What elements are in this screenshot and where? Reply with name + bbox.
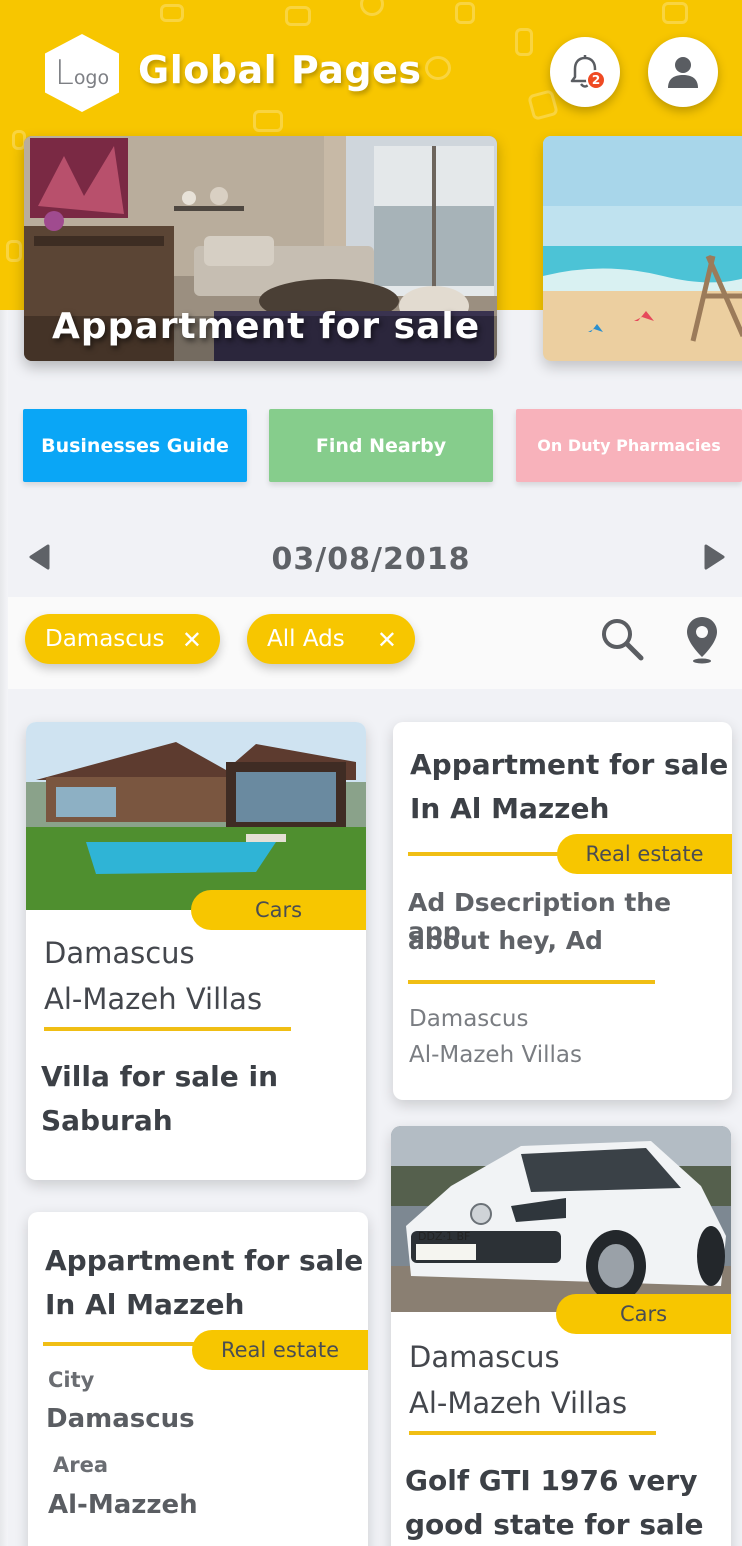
area-label: Area xyxy=(53,1453,109,1477)
app-title: Global Pages xyxy=(138,48,422,92)
doodle-icon xyxy=(253,110,283,132)
filter-chip-label: All Ads xyxy=(267,626,345,652)
ad-title-line: In Al Mazzeh xyxy=(410,792,610,825)
ad-title-line: Appartment for sale xyxy=(45,1244,364,1277)
filter-chip-category[interactable]: All Ads ✕ xyxy=(247,614,415,664)
area-value: Al-Mazzeh xyxy=(48,1490,198,1520)
divider xyxy=(408,980,655,984)
next-date-arrow-icon[interactable] xyxy=(704,544,726,570)
beach-image xyxy=(543,136,742,361)
city-label: City xyxy=(48,1368,95,1392)
divider xyxy=(408,852,568,856)
logo-text: ogo xyxy=(73,67,110,89)
doodle-icon xyxy=(285,6,311,26)
filter-chip-label: Damascus xyxy=(45,626,165,652)
villa-image xyxy=(26,722,366,910)
ad-title-line: Appartment for sale xyxy=(410,748,729,781)
ad-area: Al-Mazeh Villas xyxy=(409,1386,628,1420)
ad-description-line: about hey, Ad xyxy=(408,926,603,955)
car-image xyxy=(391,1126,731,1312)
remove-filter-icon[interactable]: ✕ xyxy=(182,626,202,654)
category-tag: Cars xyxy=(556,1294,731,1334)
category-tag: Real estate xyxy=(192,1330,368,1370)
ad-title-line: good state for sale xyxy=(405,1508,704,1541)
ad-card-apartment-description[interactable]: Appartment for sale In Al Mazzeh Real es… xyxy=(393,722,732,1100)
doodle-icon xyxy=(160,4,184,22)
on-duty-pharmacies-button[interactable]: On Duty Pharmacies xyxy=(516,409,742,482)
ad-card-villa[interactable]: Cars Damascus Al-Mazeh Villas Villa for … xyxy=(26,722,366,1180)
notifications-button[interactable]: 2 xyxy=(550,37,620,107)
current-date: 03/08/2018 xyxy=(271,542,471,577)
divider xyxy=(44,1027,291,1031)
divider xyxy=(409,1431,656,1435)
user-icon xyxy=(668,57,698,88)
find-nearby-button[interactable]: Find Nearby xyxy=(269,409,493,482)
doodle-icon xyxy=(662,2,688,24)
doodle-icon xyxy=(455,2,475,24)
hero-slide-beach[interactable] xyxy=(543,136,742,361)
hero-slide-apartment[interactable]: Appartment for sale xyxy=(24,136,497,361)
businesses-guide-button[interactable]: Businesses Guide xyxy=(23,409,247,482)
hero-caption: Appartment for sale xyxy=(52,306,481,347)
license-plate: DDZ·1 BF xyxy=(418,1230,471,1243)
ad-title-line: In Al Mazzeh xyxy=(45,1288,245,1321)
logo-letter: L xyxy=(54,53,74,93)
ad-title-line: Saburah xyxy=(41,1104,173,1137)
doodle-icon xyxy=(515,28,533,56)
ad-city: Damascus xyxy=(409,1006,529,1032)
filter-chip-city[interactable]: Damascus ✕ xyxy=(25,614,220,664)
ad-title-line: Golf GTI 1976 very xyxy=(405,1464,698,1497)
ad-area: Al-Mazeh Villas xyxy=(44,982,263,1016)
location-pin-icon[interactable] xyxy=(684,615,720,665)
doodle-icon xyxy=(425,56,451,80)
remove-filter-icon[interactable]: ✕ xyxy=(377,626,397,654)
ad-city: Damascus xyxy=(44,936,195,970)
ad-title-line: Villa for sale in xyxy=(41,1060,279,1093)
ad-card-car[interactable]: DDZ·1 BF Cars Damascus Al-Mazeh Villas G… xyxy=(391,1126,731,1546)
doodle-icon xyxy=(6,240,22,262)
ad-city: Damascus xyxy=(409,1340,560,1374)
ad-area: Al-Mazeh Villas xyxy=(409,1042,582,1068)
filter-bar: Damascus ✕ All Ads ✕ xyxy=(8,597,742,689)
divider xyxy=(43,1342,213,1346)
doodle-icon xyxy=(360,0,384,16)
notification-count-badge: 2 xyxy=(586,70,606,90)
profile-button[interactable] xyxy=(648,37,718,107)
city-value: Damascus xyxy=(46,1404,195,1434)
search-icon[interactable] xyxy=(598,615,646,663)
doodle-icon xyxy=(527,89,559,121)
date-navigator: 03/08/2018 xyxy=(0,530,742,590)
category-tag: Cars xyxy=(191,890,366,930)
ad-card-apartment-fields[interactable]: Appartment for sale In Al Mazzeh Real es… xyxy=(28,1212,368,1546)
category-tag: Real estate xyxy=(557,834,732,874)
